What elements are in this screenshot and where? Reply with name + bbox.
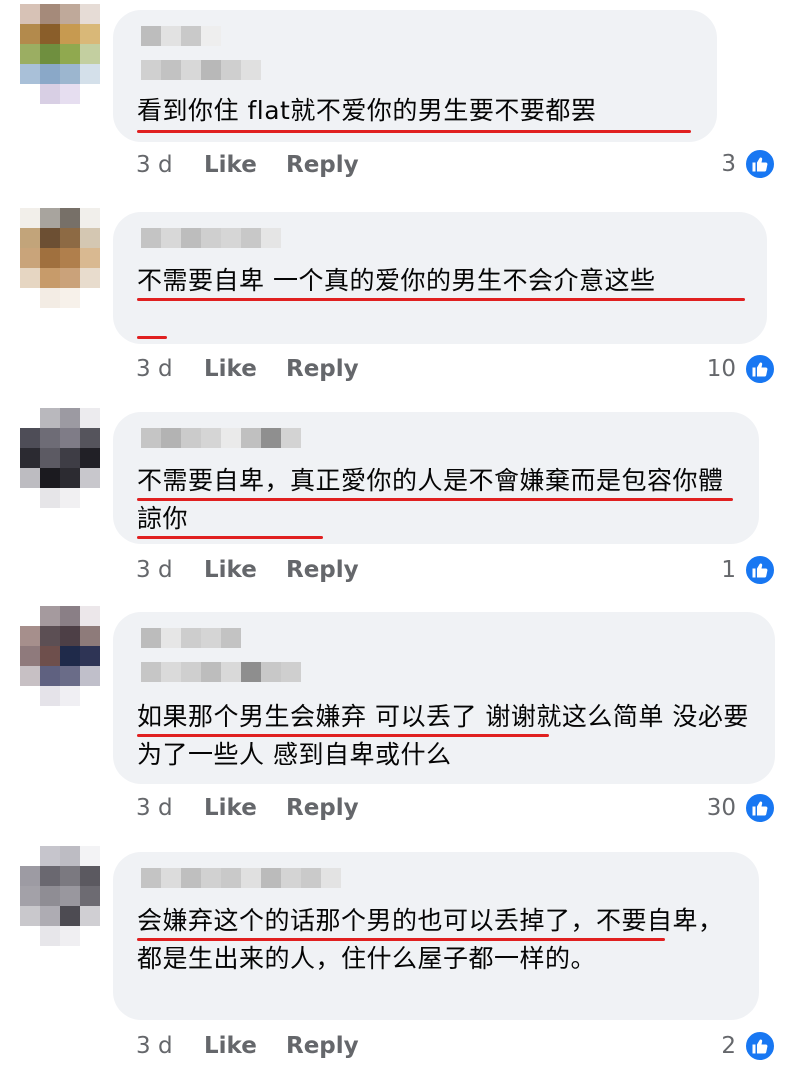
reply-button[interactable]: Reply <box>286 152 359 178</box>
reaction-count: 3 <box>721 151 736 177</box>
comment-bubble: 不需要自卑 一个真的爱你的男生不会介意这些 <box>113 212 767 344</box>
like-button[interactable]: Like <box>204 557 286 583</box>
comment-timestamp[interactable]: 3 d <box>136 356 204 382</box>
reaction-summary[interactable]: 1 <box>721 553 776 587</box>
reaction-summary[interactable]: 30 <box>707 791 776 825</box>
comment-timestamp[interactable]: 3 d <box>136 152 204 178</box>
reaction-summary[interactable]: 10 <box>707 352 776 386</box>
avatar[interactable] <box>20 846 100 946</box>
avatar[interactable] <box>20 208 100 308</box>
comment-bubble: 不需要自卑，真正愛你的人是不會嫌棄而是包容你體諒你 <box>113 412 759 544</box>
thumbs-up-icon <box>744 792 776 824</box>
like-button[interactable]: Like <box>204 356 286 382</box>
like-button[interactable]: Like <box>204 1033 286 1059</box>
author-name-redacted[interactable] <box>141 628 241 648</box>
highlight-underline <box>137 536 323 539</box>
reaction-count: 10 <box>706 356 736 382</box>
reply-button[interactable]: Reply <box>286 356 359 382</box>
thumbs-up-icon <box>744 148 776 180</box>
avatar[interactable] <box>20 4 100 104</box>
reply-button[interactable]: Reply <box>286 557 359 583</box>
highlight-underline <box>137 734 549 737</box>
reaction-count: 1 <box>721 557 736 583</box>
comment-timestamp[interactable]: 3 d <box>136 795 204 821</box>
reaction-count: 2 <box>721 1033 736 1059</box>
comment-text: 不需要自卑 一个真的爱你的男生不会介意这些 <box>137 266 656 295</box>
thumbs-up-icon <box>744 1030 776 1062</box>
comment-bubble: 看到你住 flat就不爱你的男生要不要都罢 <box>113 10 717 142</box>
author-name-redacted[interactable] <box>141 428 301 448</box>
avatar[interactable] <box>20 606 100 706</box>
comment-bubble: 会嫌弃这个的话那个男的也可以丢掉了，不要自卑，都是生出来的人，住什么屋子都一样的… <box>113 852 759 1020</box>
avatar[interactable] <box>20 408 100 508</box>
author-subtitle-redacted <box>141 60 261 80</box>
comment-timestamp[interactable]: 3 d <box>136 1033 204 1059</box>
author-name-redacted[interactable] <box>141 228 281 248</box>
comment-bubble: 如果那个男生会嫌弃 可以丢了 谢谢就这么简单 没必要为了一些人 感到自卑或什么 <box>113 612 775 784</box>
author-subtitle-redacted <box>141 662 301 682</box>
thumbs-up-icon <box>744 554 776 586</box>
like-button[interactable]: Like <box>204 152 286 178</box>
thumbs-up-icon <box>744 353 776 385</box>
highlight-underline <box>137 298 745 301</box>
author-name-redacted[interactable] <box>141 868 341 888</box>
highlight-underline <box>137 130 691 133</box>
reaction-summary[interactable]: 2 <box>721 1029 776 1063</box>
reaction-count: 30 <box>706 795 736 821</box>
reply-button[interactable]: Reply <box>286 1033 359 1059</box>
comment-text: 看到你住 flat就不爱你的男生要不要都罢 <box>137 96 597 125</box>
reply-button[interactable]: Reply <box>286 795 359 821</box>
reaction-summary[interactable]: 3 <box>721 147 776 181</box>
comment-timestamp[interactable]: 3 d <box>136 557 204 583</box>
highlight-underline <box>137 336 167 339</box>
highlight-underline <box>137 938 665 941</box>
like-button[interactable]: Like <box>204 795 286 821</box>
author-name-redacted[interactable] <box>141 26 221 46</box>
highlight-underline <box>137 498 733 501</box>
